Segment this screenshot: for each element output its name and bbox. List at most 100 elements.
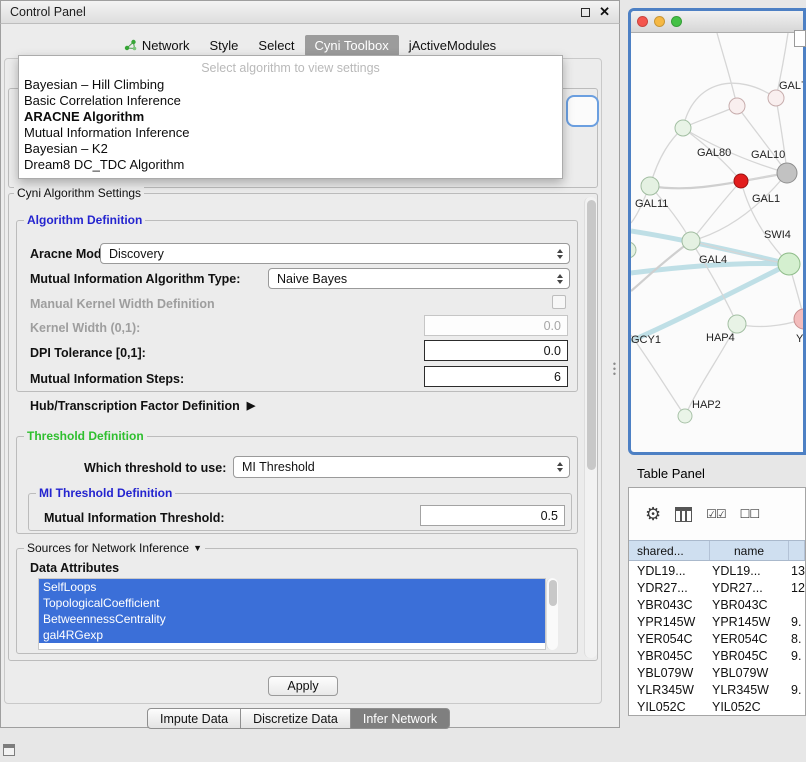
table-row[interactable]: YDR27...YDR27...12	[629, 579, 805, 596]
bottom-tab-infer-network[interactable]: Infer Network	[350, 708, 450, 729]
table-row[interactable]: YBL079WYBL079W	[629, 664, 805, 681]
table-cell[interactable]: 8.	[789, 632, 805, 646]
network-node[interactable]	[777, 163, 797, 183]
table-row[interactable]: YLR345WYLR345W9.	[629, 681, 805, 698]
gear-icon[interactable]: ⚙	[645, 504, 661, 525]
manual-kernel-checkbox[interactable]	[552, 295, 566, 309]
network-node[interactable]	[768, 90, 784, 106]
attribute-item[interactable]: SelfLoops	[39, 579, 545, 595]
table-cell[interactable]: 9.	[789, 615, 805, 629]
mi-type-combo[interactable]: Naive Bayes	[268, 268, 570, 289]
algorithm-option[interactable]: Bayesian – Hill Climbing	[19, 77, 562, 93]
table-cell[interactable]: YPR145W	[710, 615, 789, 629]
mi-threshold-field[interactable]: 0.5	[420, 505, 565, 526]
settings-scrollbar[interactable]	[584, 197, 597, 658]
table-cell[interactable]: YIL052C	[710, 700, 789, 714]
tab-network[interactable]: Network	[114, 35, 200, 56]
bottom-tab-impute-data[interactable]: Impute Data	[147, 708, 241, 729]
table-header-cell[interactable]: name	[710, 541, 789, 560]
table-cell[interactable]: YPR145W	[629, 615, 710, 629]
table-cell[interactable]: YBR045C	[710, 649, 789, 663]
table-row[interactable]: YDL19...YDL19...13	[629, 562, 805, 579]
network-edge[interactable]	[776, 98, 787, 173]
network-edge[interactable]	[683, 106, 737, 128]
table-cell[interactable]: 12	[789, 581, 805, 595]
table-cell[interactable]: YLR345W	[629, 683, 710, 697]
close-icon[interactable]: ✕	[599, 7, 610, 17]
hub-section-row[interactable]: Hub/Transcription Factor Definition ▶	[30, 398, 255, 414]
table-cell[interactable]: YIL052C	[629, 700, 710, 714]
birdseye-toggle[interactable]	[794, 30, 806, 47]
algorithm-option[interactable]: Basic Correlation Inference	[19, 93, 562, 109]
table-cell[interactable]: YDL19...	[710, 564, 789, 578]
attribute-item[interactable]: TopologicalCoefficient	[39, 595, 545, 611]
minimized-panel-icon[interactable]	[3, 744, 15, 756]
kernel-width-field[interactable]: 0.0	[424, 315, 568, 336]
table-cell[interactable]: YBL079W	[629, 666, 710, 680]
network-node[interactable]	[778, 253, 800, 275]
sources-collapse-icon[interactable]: ▼	[193, 541, 202, 555]
algorithm-option[interactable]: Dream8 DC_TDC Algorithm	[19, 157, 562, 173]
aracne-mode-combo[interactable]: Discovery	[100, 243, 570, 264]
table-row[interactable]: YBR045CYBR045C9.	[629, 647, 805, 664]
table-cell[interactable]: YDL19...	[629, 564, 710, 578]
minimize-traffic-light[interactable]	[654, 16, 665, 27]
tab-style[interactable]: Style	[200, 35, 249, 56]
network-edge[interactable]	[631, 264, 789, 341]
hub-expand-icon[interactable]: ▶	[247, 398, 255, 414]
table-cell[interactable]: YDR27...	[710, 581, 789, 595]
table-row[interactable]: YIL052CYIL052C	[629, 698, 805, 715]
table-cell[interactable]: YLR345W	[710, 683, 789, 697]
table-cell[interactable]: YER054C	[710, 632, 789, 646]
dpi-tolerance-field[interactable]: 0.0	[424, 340, 568, 361]
network-node[interactable]	[794, 309, 803, 329]
network-node[interactable]	[682, 232, 700, 250]
tab-select[interactable]: Select	[248, 35, 304, 56]
network-edge[interactable]	[650, 128, 683, 186]
bottom-tab-discretize-data[interactable]: Discretize Data	[240, 708, 351, 729]
table-cell[interactable]: 13	[789, 564, 805, 578]
table-cell[interactable]: YBR045C	[629, 649, 710, 663]
float-window-icon[interactable]	[581, 8, 590, 17]
table-cell[interactable]: 9.	[789, 649, 805, 663]
columns-icon[interactable]	[675, 507, 692, 522]
network-node[interactable]	[675, 120, 691, 136]
deselect-all-checkboxes-icon[interactable]: ☐☐	[740, 507, 760, 521]
network-node[interactable]	[734, 174, 748, 188]
settings-scrollbar-thumb[interactable]	[587, 200, 596, 470]
table-row[interactable]: YER054CYER054C8.	[629, 630, 805, 647]
table-cell[interactable]: YBL079W	[710, 666, 789, 680]
table-cell[interactable]: YDR27...	[629, 581, 710, 595]
algorithm-info-button[interactable]	[566, 95, 599, 127]
which-threshold-combo[interactable]: MI Threshold	[233, 456, 570, 478]
network-node[interactable]	[641, 177, 659, 195]
algorithm-option[interactable]: ARACNE Algorithm	[19, 109, 562, 125]
network-edge[interactable]	[717, 33, 737, 106]
network-node[interactable]	[729, 98, 745, 114]
tab-jactivemodules[interactable]: jActiveModules	[399, 35, 506, 56]
network-node[interactable]	[631, 242, 636, 258]
table-header-cell[interactable]: shared...	[629, 541, 710, 560]
attribute-list-scrollbar[interactable]	[546, 578, 558, 650]
panel-divider-grip[interactable]: •••	[611, 362, 618, 384]
network-canvas[interactable]: GAL7GAL80GAL10GAL11GAL1SWI4GAL4GCY1HAP4Y…	[631, 33, 803, 452]
table-header-cell[interactable]	[789, 541, 805, 560]
mi-steps-field[interactable]: 6	[424, 366, 568, 387]
table-cell[interactable]: 9.	[789, 683, 805, 697]
attribute-item[interactable]: BetweennessCentrality	[39, 611, 545, 627]
table-cell[interactable]: YER054C	[629, 632, 710, 646]
select-all-checkboxes-icon[interactable]: ☑☑	[706, 507, 726, 521]
algorithm-option[interactable]: Mutual Information Inference	[19, 125, 562, 141]
apply-button[interactable]: Apply	[268, 676, 338, 696]
network-node[interactable]	[678, 409, 692, 423]
attribute-list-scrollbar-thumb[interactable]	[549, 580, 557, 606]
attribute-item[interactable]: gal4RGexp	[39, 627, 545, 643]
table-row[interactable]: YBR043CYBR043C	[629, 596, 805, 613]
tab-cyni-toolbox[interactable]: Cyni Toolbox	[305, 35, 399, 56]
network-edge[interactable]	[737, 319, 803, 326]
table-cell[interactable]: YBR043C	[629, 598, 710, 612]
network-node[interactable]	[728, 315, 746, 333]
network-edge[interactable]	[631, 335, 685, 416]
network-edge[interactable]	[650, 173, 787, 188]
sources-group-title-row[interactable]: Sources for Network Inference ▼	[24, 541, 205, 555]
